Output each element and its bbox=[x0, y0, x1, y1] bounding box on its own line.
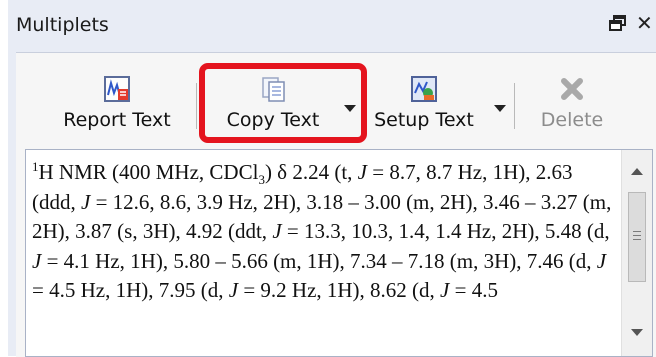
toolbar: Report Text Copy Text Setup Text Delete bbox=[16, 53, 656, 147]
toolbar-separator bbox=[514, 83, 515, 129]
nucleus-symbol: H bbox=[38, 160, 54, 184]
setup-text-label: Setup Text bbox=[374, 109, 474, 131]
report-text-button[interactable]: Report Text bbox=[58, 75, 176, 135]
j-symbol: J bbox=[596, 248, 607, 273]
report-segment: = 13.3, 10.3, 1.4, 1.4 Hz, 2H), 5.48 (d, bbox=[281, 219, 610, 243]
panel-content: Report Text Copy Text Setup Text Delete … bbox=[16, 52, 656, 357]
vertical-scrollbar[interactable] bbox=[621, 150, 652, 356]
delete-icon bbox=[561, 78, 583, 100]
report-text-icon bbox=[104, 76, 130, 102]
float-window-icon[interactable] bbox=[608, 12, 628, 34]
grip-line bbox=[633, 235, 641, 236]
j-symbol: J bbox=[32, 248, 42, 273]
report-segment: = 4.5 Hz, 1H), 7.95 (d, bbox=[32, 278, 229, 302]
panel-title: Multiplets bbox=[16, 14, 109, 36]
toolbar-separator bbox=[196, 83, 197, 129]
grip-line bbox=[633, 231, 641, 232]
setup-text-button[interactable]: Setup Text bbox=[366, 75, 482, 135]
copy-text-highlight-annotation bbox=[199, 63, 367, 143]
j-symbol: J bbox=[440, 278, 450, 302]
scroll-up-arrow-icon[interactable] bbox=[631, 168, 643, 175]
report-lead-tail: ) δ 2.24 (t, bbox=[264, 160, 358, 184]
setup-text-dropdown-arrow[interactable] bbox=[494, 105, 506, 112]
j-symbol: J bbox=[228, 278, 239, 302]
report-segment: = 4.1 Hz, 1H), 5.80 – 5.66 (m, 1H), 7.34… bbox=[41, 248, 597, 273]
delete-button[interactable]: Delete bbox=[524, 75, 620, 135]
j-symbol: J bbox=[272, 219, 282, 243]
close-icon[interactable]: ✕ bbox=[636, 12, 654, 34]
delete-label: Delete bbox=[540, 109, 604, 131]
report-segment: = 9.2 Hz, 1H), 8.62 (d, bbox=[238, 278, 441, 302]
scroll-down-arrow-icon[interactable] bbox=[631, 329, 643, 336]
report-text-label: Report Text bbox=[63, 109, 171, 131]
nmr-report-text: 1H NMR (400 MHz, CDCl3) δ 2.24 (t, J = 8… bbox=[32, 158, 620, 306]
panel-titlebar: Multiplets ✕ bbox=[8, 0, 656, 50]
left-margin bbox=[0, 0, 8, 356]
j-symbol: J bbox=[81, 189, 91, 214]
report-lead: NMR (400 MHz, CDCl bbox=[53, 160, 259, 184]
setup-text-icon bbox=[411, 76, 437, 102]
report-text-area[interactable]: 1H NMR (400 MHz, CDCl3) δ 2.24 (t, J = 8… bbox=[25, 149, 653, 357]
multiplets-panel: Multiplets ✕ Report Text Copy Text Setup… bbox=[8, 0, 656, 357]
report-segment: = 4.5 bbox=[449, 278, 498, 302]
grip-line bbox=[633, 239, 641, 240]
j-symbol: J bbox=[357, 160, 367, 184]
scrollbar-thumb[interactable] bbox=[628, 192, 646, 282]
